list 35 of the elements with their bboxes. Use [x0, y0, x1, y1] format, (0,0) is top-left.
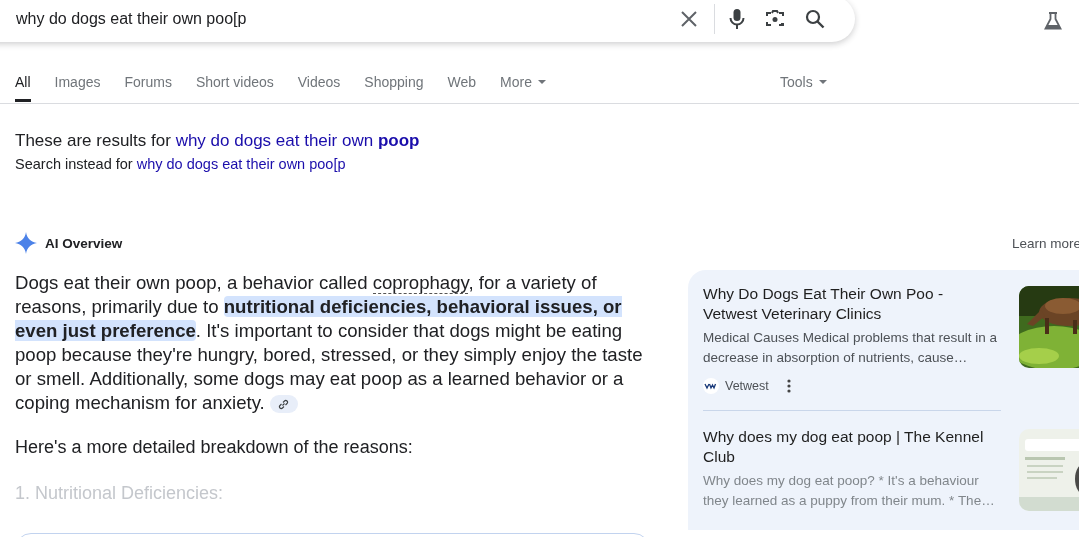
- microphone-icon[interactable]: [729, 8, 745, 30]
- link-chip[interactable]: [269, 395, 298, 414]
- close-icon[interactable]: [680, 10, 698, 28]
- search-tab[interactable]: Shopping: [364, 62, 424, 102]
- source-snippet: Why does my dog eat poop? * It's a behaviour they learned as a puppy from their mum. * The…: [703, 472, 996, 510]
- tools-button[interactable]: Tools: [779, 62, 827, 102]
- corrected-query-link[interactable]: why do dogs eat their own poop: [175, 131, 420, 150]
- ai-overview-title: AI Overview: [45, 235, 123, 251]
- original-query-link[interactable]: why do dogs eat their own poo[p: [136, 156, 346, 172]
- source-title-link[interactable]: Why does my dog eat poop | The Kennel Club: [703, 427, 1001, 467]
- search-instead-label: Search instead for: [15, 156, 133, 172]
- camera-icon[interactable]: [765, 9, 785, 29]
- search-tab[interactable]: Videos: [297, 62, 341, 102]
- source-snippet: Medical Causes Medical problems that result in a decrease in absorption of nutrients, cause…: [703, 329, 999, 367]
- more-options-icon[interactable]: [786, 379, 791, 393]
- breakdown-intro: Here's a more detailed breakdown of the reasons:: [15, 436, 414, 459]
- link-icon: [278, 398, 290, 410]
- summary-paragraph: Dogs eat their own poop, a behavior called coprophagy, for a variety of reasons, primarily due to nutritional deficiencies, behavioral issues, or even just preference. It's important to consider that dogs might be eating poop because they're hungry, bored, stressed, or they simply enjoy the taste or smell. Additionally, some dogs may eat poop as a learned behavior or a coping mechanism for anxiety.: [15, 271, 644, 415]
- site-logo-icon: [703, 378, 719, 394]
- section-heading: 1. Nutritional Deficiencies:: [15, 482, 225, 505]
- search-tab[interactable]: All: [15, 62, 31, 102]
- search-tab[interactable]: Short videos: [195, 62, 274, 102]
- sparkle-icon: [15, 232, 37, 254]
- search-tab[interactable]: More: [500, 62, 546, 102]
- results-for-label: These are results for: [15, 131, 171, 150]
- source-title-link[interactable]: Why Do Dogs Eat Their Own Poo - Vetwest Veterinary Clinics: [703, 284, 1001, 324]
- caret-icon: [818, 80, 827, 84]
- site-name: Vetwest: [725, 379, 769, 393]
- search-tab[interactable]: Forums: [124, 62, 172, 102]
- flask-icon[interactable]: [1043, 11, 1063, 31]
- search-icon[interactable]: [805, 9, 825, 29]
- search-tab[interactable]: Images: [54, 62, 101, 102]
- search-bar[interactable]: why do dogs eat their own poo[p: [0, 0, 855, 42]
- search-tab[interactable]: Web: [447, 62, 477, 102]
- search-field[interactable]: why do dogs eat their own poo[p: [16, 10, 670, 28]
